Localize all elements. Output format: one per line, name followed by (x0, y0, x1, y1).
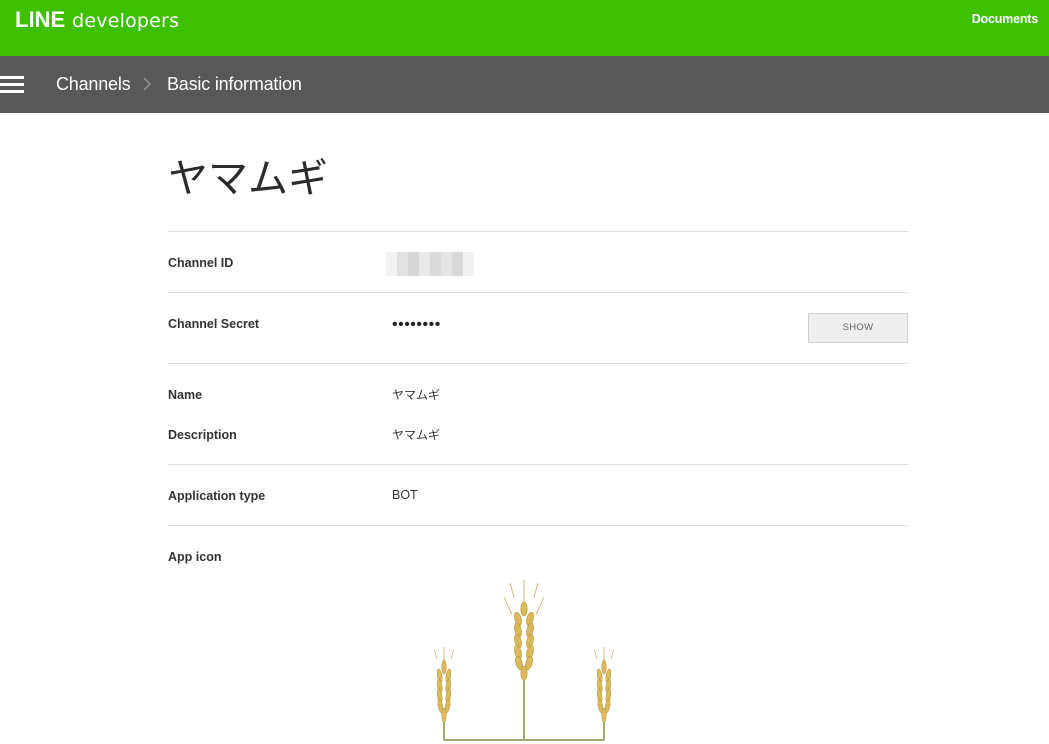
logo-developers-text: developers (72, 10, 180, 32)
channel-id-value-redacted (386, 252, 474, 276)
divider (168, 525, 908, 526)
divider (168, 231, 908, 232)
name-label: Name (168, 388, 203, 402)
line-developers-logo[interactable]: LINE developers (15, 7, 179, 35)
hamburger-menu-icon[interactable] (0, 76, 24, 93)
documents-link[interactable]: Documents (972, 12, 1038, 26)
top-header: LINE developers Documents (0, 0, 1049, 56)
channel-secret-label: Channel Secret (168, 317, 260, 331)
breadcrumb-bar: Channels Basic information (0, 56, 1049, 113)
breadcrumb-basic-information: Basic information (167, 74, 302, 94)
application-type-value: BOT (392, 488, 418, 502)
channel-secret-masked-value: •••••••• (392, 316, 441, 333)
channel-id-label: Channel ID (168, 256, 234, 270)
page-title: ヤマムギ (168, 156, 328, 202)
name-value: ヤマムギ (392, 388, 441, 402)
chevron-right-icon (143, 77, 151, 91)
description-value: ヤマムギ (392, 428, 441, 442)
app-icon-label: App icon (168, 550, 222, 564)
application-type-label: Application type (168, 489, 266, 503)
wheat-icon (433, 580, 615, 741)
description-label: Description (168, 428, 237, 442)
show-secret-button[interactable]: SHOW (808, 313, 908, 343)
divider (168, 363, 908, 364)
logo-line-text: LINE (15, 7, 66, 32)
divider (168, 292, 908, 293)
breadcrumb-channels[interactable]: Channels (56, 74, 131, 95)
divider (168, 464, 908, 465)
